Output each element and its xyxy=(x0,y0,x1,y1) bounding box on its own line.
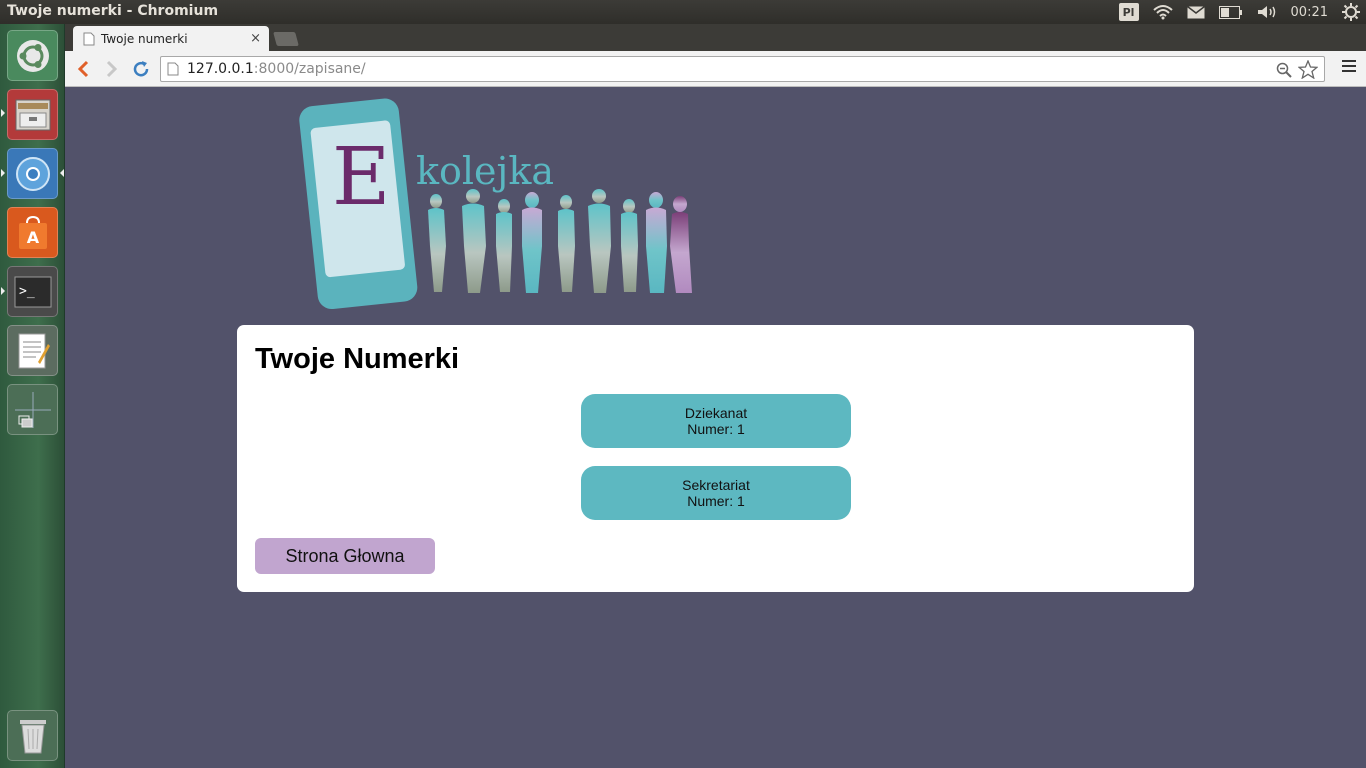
tab-strip: Twoje numerki × xyxy=(65,24,1366,52)
forward-button[interactable] xyxy=(100,58,124,80)
ticket-office: Sekretariat xyxy=(682,477,750,493)
browser-toolbar: 127.0.0.1:8000/zapisane/ xyxy=(65,51,1366,87)
launcher: A >_ xyxy=(0,24,65,768)
running-indicator xyxy=(1,287,5,295)
running-indicator xyxy=(1,169,5,177)
mail-icon[interactable] xyxy=(1186,5,1205,19)
volume-icon[interactable] xyxy=(1257,5,1277,19)
battery-icon[interactable] xyxy=(1218,5,1243,19)
forward-arrow-icon xyxy=(106,60,118,78)
focused-indicator xyxy=(60,169,64,177)
zoom-icon[interactable] xyxy=(1276,62,1292,78)
software-center-icon[interactable]: A xyxy=(7,207,58,258)
numerki-card: Twoje Numerki Dziekanat Numer: 1 Sekreta… xyxy=(237,325,1194,592)
ekolejka-logo: E kolejka xyxy=(296,96,706,311)
new-tab-button[interactable] xyxy=(273,32,299,46)
power-gear-icon[interactable] xyxy=(1342,3,1360,21)
page-icon xyxy=(83,32,95,46)
top-panel: Twoje numerki - Chromium Pl 00:21 xyxy=(0,0,1366,24)
bookmark-star-icon[interactable] xyxy=(1298,60,1318,79)
back-button[interactable] xyxy=(71,58,95,80)
workspace-switcher-icon[interactable] xyxy=(7,384,58,435)
ticket-sekretariat[interactable]: Sekretariat Numer: 1 xyxy=(581,466,851,520)
browser-menu-icon[interactable] xyxy=(1342,60,1356,75)
tab-twoje-numerki[interactable]: Twoje numerki × xyxy=(73,26,269,52)
terminal-icon[interactable]: >_ xyxy=(7,266,58,317)
trash-icon[interactable] xyxy=(7,710,58,761)
ticket-dziekanat[interactable]: Dziekanat Numer: 1 xyxy=(581,394,851,448)
queue-people-graphic xyxy=(428,189,692,293)
url-host: 127.0.0.1 xyxy=(187,61,254,77)
back-arrow-icon xyxy=(77,60,89,78)
wifi-icon[interactable] xyxy=(1152,4,1173,20)
running-indicator xyxy=(1,109,5,117)
address-bar[interactable]: 127.0.0.1:8000/zapisane/ xyxy=(160,56,1325,82)
ticket-number: Numer: 1 xyxy=(687,493,745,509)
keyboard-layout-indicator[interactable]: Pl xyxy=(1118,3,1139,21)
reload-icon xyxy=(133,61,149,77)
url-path: :8000/zapisane/ xyxy=(253,61,366,77)
page-title: Twoje Numerki xyxy=(255,343,460,375)
tab-close-icon[interactable]: × xyxy=(250,31,261,46)
tab-title: Twoje numerki xyxy=(101,32,188,46)
indicator-area: Pl 00:21 xyxy=(1118,0,1360,24)
files-icon[interactable] xyxy=(7,89,58,140)
logo-word: kolejka xyxy=(416,149,554,193)
logo-letter: E xyxy=(332,130,390,223)
window-title: Twoje numerki - Chromium xyxy=(7,3,219,19)
svg-text:A: A xyxy=(26,228,39,247)
ticket-office: Dziekanat xyxy=(684,405,748,421)
home-page-button[interactable]: Strona Głowna xyxy=(255,538,435,574)
text-editor-icon[interactable] xyxy=(7,325,58,376)
ubuntu-dash-icon[interactable] xyxy=(7,30,58,81)
ticket-number: Numer: 1 xyxy=(687,421,745,437)
clock[interactable]: 00:21 xyxy=(1291,5,1328,20)
page-info-icon[interactable] xyxy=(167,62,179,76)
svg-text:>_: >_ xyxy=(19,284,35,299)
reload-button[interactable] xyxy=(129,58,153,80)
chromium-icon[interactable] xyxy=(7,148,58,199)
